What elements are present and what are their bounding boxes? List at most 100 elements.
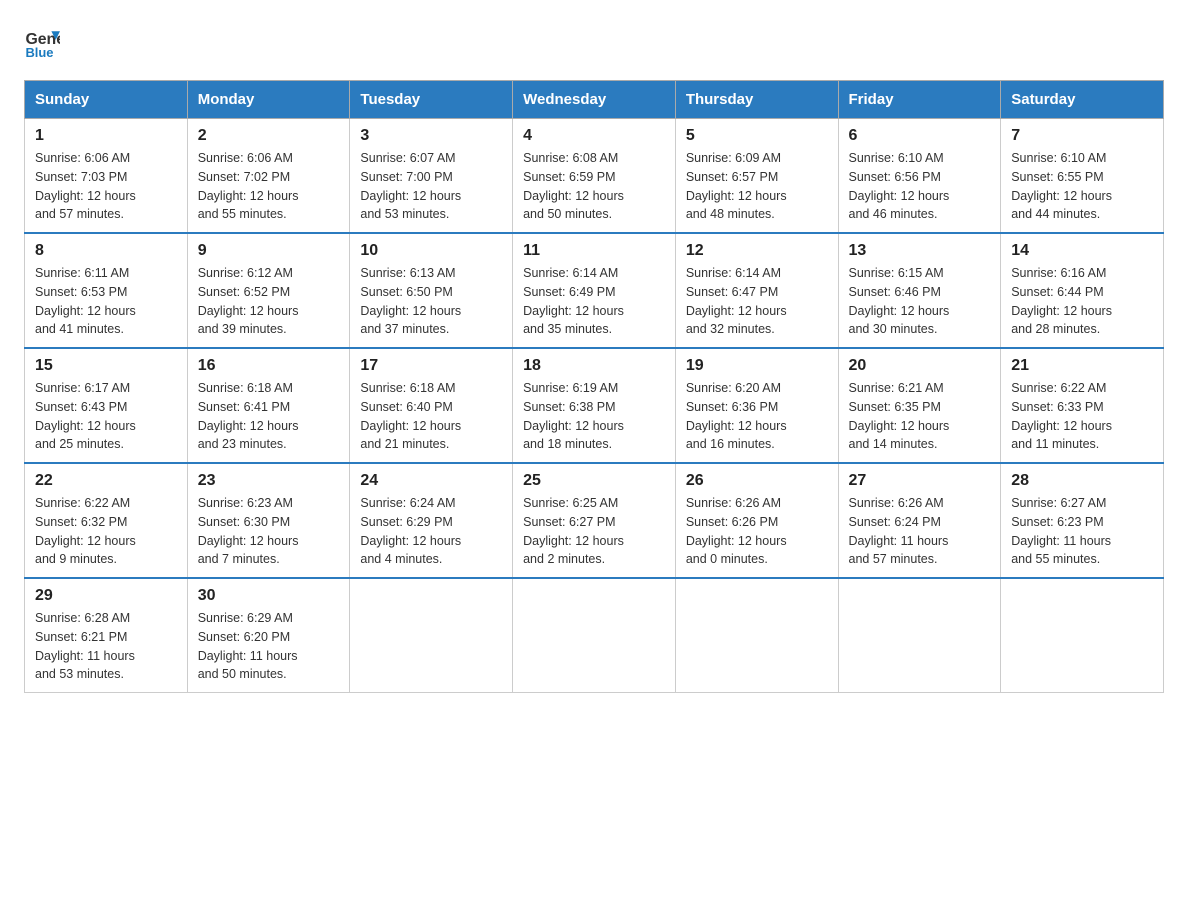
- calendar-header-tuesday: Tuesday: [350, 81, 513, 119]
- calendar-day-cell: [513, 578, 676, 693]
- day-info: Sunrise: 6:24 AMSunset: 6:29 PMDaylight:…: [360, 494, 502, 569]
- day-info: Sunrise: 6:16 AMSunset: 6:44 PMDaylight:…: [1011, 264, 1153, 339]
- day-number: 27: [849, 472, 991, 490]
- day-number: 18: [523, 357, 665, 375]
- calendar-header-thursday: Thursday: [675, 81, 838, 119]
- calendar-day-cell: 2 Sunrise: 6:06 AMSunset: 7:02 PMDayligh…: [187, 119, 350, 234]
- day-number: 28: [1011, 472, 1153, 490]
- day-number: 30: [198, 587, 340, 605]
- calendar-table: SundayMondayTuesdayWednesdayThursdayFrid…: [24, 80, 1164, 693]
- day-info: Sunrise: 6:26 AMSunset: 6:26 PMDaylight:…: [686, 494, 828, 569]
- calendar-day-cell: 7 Sunrise: 6:10 AMSunset: 6:55 PMDayligh…: [1001, 119, 1164, 234]
- day-number: 9: [198, 242, 340, 260]
- day-info: Sunrise: 6:19 AMSunset: 6:38 PMDaylight:…: [523, 379, 665, 454]
- day-info: Sunrise: 6:12 AMSunset: 6:52 PMDaylight:…: [198, 264, 340, 339]
- calendar-day-cell: 14 Sunrise: 6:16 AMSunset: 6:44 PMDaylig…: [1001, 233, 1164, 348]
- calendar-week-row: 15 Sunrise: 6:17 AMSunset: 6:43 PMDaylig…: [25, 348, 1164, 463]
- calendar-day-cell: 21 Sunrise: 6:22 AMSunset: 6:33 PMDaylig…: [1001, 348, 1164, 463]
- calendar-day-cell: 4 Sunrise: 6:08 AMSunset: 6:59 PMDayligh…: [513, 119, 676, 234]
- day-number: 7: [1011, 127, 1153, 145]
- calendar-day-cell: 3 Sunrise: 6:07 AMSunset: 7:00 PMDayligh…: [350, 119, 513, 234]
- calendar-day-cell: 9 Sunrise: 6:12 AMSunset: 6:52 PMDayligh…: [187, 233, 350, 348]
- day-number: 1: [35, 127, 177, 145]
- day-number: 5: [686, 127, 828, 145]
- calendar-header-friday: Friday: [838, 81, 1001, 119]
- calendar-day-cell: 22 Sunrise: 6:22 AMSunset: 6:32 PMDaylig…: [25, 463, 188, 578]
- calendar-header-sunday: Sunday: [25, 81, 188, 119]
- calendar-week-row: 1 Sunrise: 6:06 AMSunset: 7:03 PMDayligh…: [25, 119, 1164, 234]
- day-info: Sunrise: 6:28 AMSunset: 6:21 PMDaylight:…: [35, 609, 177, 684]
- calendar-day-cell: 15 Sunrise: 6:17 AMSunset: 6:43 PMDaylig…: [25, 348, 188, 463]
- day-number: 3: [360, 127, 502, 145]
- day-number: 17: [360, 357, 502, 375]
- calendar-header-row: SundayMondayTuesdayWednesdayThursdayFrid…: [25, 81, 1164, 119]
- calendar-day-cell: 16 Sunrise: 6:18 AMSunset: 6:41 PMDaylig…: [187, 348, 350, 463]
- day-number: 23: [198, 472, 340, 490]
- day-info: Sunrise: 6:11 AMSunset: 6:53 PMDaylight:…: [35, 264, 177, 339]
- calendar-day-cell: [350, 578, 513, 693]
- calendar-week-row: 8 Sunrise: 6:11 AMSunset: 6:53 PMDayligh…: [25, 233, 1164, 348]
- calendar-day-cell: 28 Sunrise: 6:27 AMSunset: 6:23 PMDaylig…: [1001, 463, 1164, 578]
- calendar-day-cell: [675, 578, 838, 693]
- day-info: Sunrise: 6:20 AMSunset: 6:36 PMDaylight:…: [686, 379, 828, 454]
- svg-text:Blue: Blue: [25, 45, 53, 60]
- calendar-day-cell: 23 Sunrise: 6:23 AMSunset: 6:30 PMDaylig…: [187, 463, 350, 578]
- day-info: Sunrise: 6:23 AMSunset: 6:30 PMDaylight:…: [198, 494, 340, 569]
- day-number: 2: [198, 127, 340, 145]
- day-info: Sunrise: 6:18 AMSunset: 6:40 PMDaylight:…: [360, 379, 502, 454]
- calendar-day-cell: 19 Sunrise: 6:20 AMSunset: 6:36 PMDaylig…: [675, 348, 838, 463]
- day-info: Sunrise: 6:17 AMSunset: 6:43 PMDaylight:…: [35, 379, 177, 454]
- day-number: 22: [35, 472, 177, 490]
- calendar-day-cell: 6 Sunrise: 6:10 AMSunset: 6:56 PMDayligh…: [838, 119, 1001, 234]
- day-number: 16: [198, 357, 340, 375]
- calendar-header-wednesday: Wednesday: [513, 81, 676, 119]
- day-info: Sunrise: 6:14 AMSunset: 6:49 PMDaylight:…: [523, 264, 665, 339]
- day-info: Sunrise: 6:07 AMSunset: 7:00 PMDaylight:…: [360, 149, 502, 224]
- day-number: 19: [686, 357, 828, 375]
- calendar-day-cell: [838, 578, 1001, 693]
- day-info: Sunrise: 6:29 AMSunset: 6:20 PMDaylight:…: [198, 609, 340, 684]
- calendar-day-cell: 29 Sunrise: 6:28 AMSunset: 6:21 PMDaylig…: [25, 578, 188, 693]
- calendar-day-cell: 1 Sunrise: 6:06 AMSunset: 7:03 PMDayligh…: [25, 119, 188, 234]
- calendar-day-cell: 11 Sunrise: 6:14 AMSunset: 6:49 PMDaylig…: [513, 233, 676, 348]
- day-number: 10: [360, 242, 502, 260]
- day-number: 6: [849, 127, 991, 145]
- day-info: Sunrise: 6:09 AMSunset: 6:57 PMDaylight:…: [686, 149, 828, 224]
- day-info: Sunrise: 6:08 AMSunset: 6:59 PMDaylight:…: [523, 149, 665, 224]
- day-info: Sunrise: 6:14 AMSunset: 6:47 PMDaylight:…: [686, 264, 828, 339]
- day-number: 14: [1011, 242, 1153, 260]
- calendar-day-cell: 25 Sunrise: 6:25 AMSunset: 6:27 PMDaylig…: [513, 463, 676, 578]
- day-info: Sunrise: 6:10 AMSunset: 6:55 PMDaylight:…: [1011, 149, 1153, 224]
- logo-icon: General Blue: [24, 24, 60, 60]
- day-number: 8: [35, 242, 177, 260]
- day-info: Sunrise: 6:22 AMSunset: 6:32 PMDaylight:…: [35, 494, 177, 569]
- calendar-day-cell: [1001, 578, 1164, 693]
- calendar-day-cell: 5 Sunrise: 6:09 AMSunset: 6:57 PMDayligh…: [675, 119, 838, 234]
- day-info: Sunrise: 6:18 AMSunset: 6:41 PMDaylight:…: [198, 379, 340, 454]
- day-info: Sunrise: 6:22 AMSunset: 6:33 PMDaylight:…: [1011, 379, 1153, 454]
- day-number: 13: [849, 242, 991, 260]
- calendar-week-row: 22 Sunrise: 6:22 AMSunset: 6:32 PMDaylig…: [25, 463, 1164, 578]
- calendar-header-saturday: Saturday: [1001, 81, 1164, 119]
- calendar-day-cell: 10 Sunrise: 6:13 AMSunset: 6:50 PMDaylig…: [350, 233, 513, 348]
- day-number: 29: [35, 587, 177, 605]
- day-number: 20: [849, 357, 991, 375]
- calendar-day-cell: 17 Sunrise: 6:18 AMSunset: 6:40 PMDaylig…: [350, 348, 513, 463]
- day-number: 24: [360, 472, 502, 490]
- day-number: 21: [1011, 357, 1153, 375]
- day-info: Sunrise: 6:10 AMSunset: 6:56 PMDaylight:…: [849, 149, 991, 224]
- calendar-day-cell: 13 Sunrise: 6:15 AMSunset: 6:46 PMDaylig…: [838, 233, 1001, 348]
- day-number: 4: [523, 127, 665, 145]
- day-number: 25: [523, 472, 665, 490]
- day-info: Sunrise: 6:06 AMSunset: 7:03 PMDaylight:…: [35, 149, 177, 224]
- day-info: Sunrise: 6:15 AMSunset: 6:46 PMDaylight:…: [849, 264, 991, 339]
- calendar-day-cell: 24 Sunrise: 6:24 AMSunset: 6:29 PMDaylig…: [350, 463, 513, 578]
- calendar-day-cell: 30 Sunrise: 6:29 AMSunset: 6:20 PMDaylig…: [187, 578, 350, 693]
- calendar-header-monday: Monday: [187, 81, 350, 119]
- day-number: 11: [523, 242, 665, 260]
- calendar-day-cell: 8 Sunrise: 6:11 AMSunset: 6:53 PMDayligh…: [25, 233, 188, 348]
- day-number: 15: [35, 357, 177, 375]
- day-info: Sunrise: 6:26 AMSunset: 6:24 PMDaylight:…: [849, 494, 991, 569]
- calendar-week-row: 29 Sunrise: 6:28 AMSunset: 6:21 PMDaylig…: [25, 578, 1164, 693]
- day-number: 26: [686, 472, 828, 490]
